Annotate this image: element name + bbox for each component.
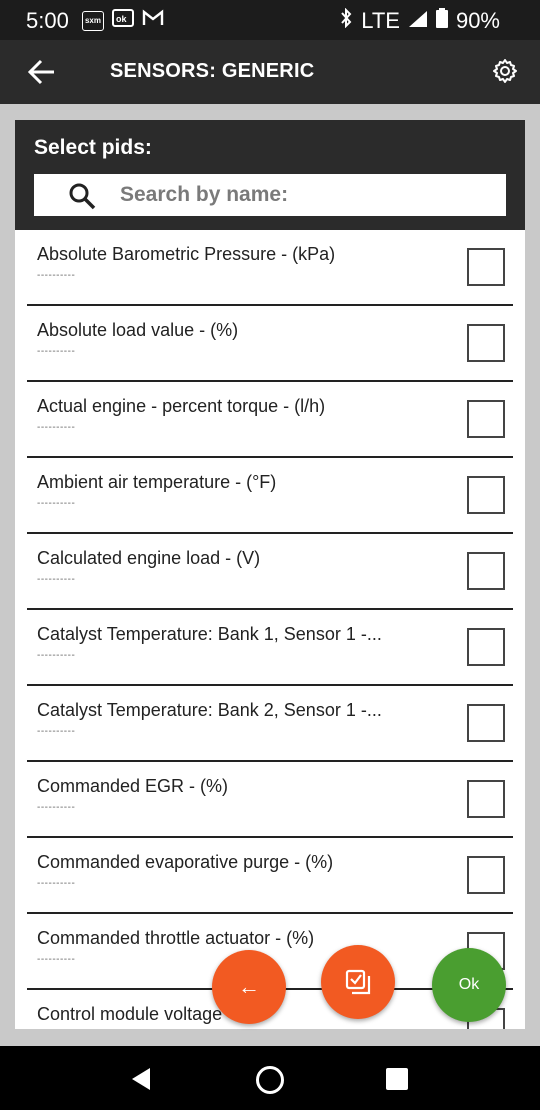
select-all-button[interactable] xyxy=(321,945,395,1019)
status-bar: 5:00 sxm ok LTE 90% xyxy=(0,0,540,40)
list-item[interactable]: Catalyst Temperature: Bank 2, Sensor 1 -… xyxy=(27,686,513,762)
pid-checkbox[interactable] xyxy=(467,400,505,438)
sxm-icon: sxm xyxy=(82,10,104,31)
search-box[interactable] xyxy=(34,174,506,216)
arrow-left-icon xyxy=(27,59,54,85)
pid-value: ---------- xyxy=(37,498,76,509)
system-nav-bar xyxy=(0,1046,540,1110)
pid-value: ---------- xyxy=(37,422,76,433)
pid-value: ---------- xyxy=(37,878,76,889)
pid-list: Absolute Barometric Pressure - (kPa) ---… xyxy=(15,230,525,1029)
nav-back-icon[interactable] xyxy=(128,1066,154,1092)
list-item[interactable]: Commanded EGR - (%) ---------- xyxy=(27,762,513,838)
list-item[interactable]: Commanded evaporative purge - (%) ------… xyxy=(27,838,513,914)
list-item[interactable]: Actual engine - percent torque - (l/h) -… xyxy=(27,382,513,458)
search-icon xyxy=(69,183,96,210)
pid-value: ---------- xyxy=(37,954,76,965)
pid-checkbox[interactable] xyxy=(467,552,505,590)
pid-label: Absolute load value - (%) xyxy=(37,320,239,340)
battery-icon xyxy=(435,8,448,34)
list-item[interactable]: Absolute load value - (%) ---------- xyxy=(27,306,513,382)
pid-label: Actual engine - percent torque - (l/h) xyxy=(37,396,326,416)
list-item[interactable]: Calculated engine load - (V) ---------- xyxy=(27,534,513,610)
pid-value: ---------- xyxy=(37,346,76,357)
back-button[interactable] xyxy=(26,57,58,87)
pid-checkbox[interactable] xyxy=(467,476,505,514)
pid-value: ---------- xyxy=(37,726,76,737)
battery-percent: 90% xyxy=(455,8,500,33)
pid-label: Commanded evaporative purge - (%) xyxy=(37,852,334,872)
status-time: 5:00 xyxy=(26,8,69,33)
app-bar: SENSORS: GENERIC xyxy=(0,40,540,104)
nav-recents-icon[interactable] xyxy=(386,1068,408,1090)
pid-label: Commanded throttle actuator - (%) xyxy=(37,928,315,948)
ok-label: Ok xyxy=(458,976,480,993)
notification-icons: sxm ok xyxy=(82,9,164,32)
svg-text:ok: ok xyxy=(116,14,127,24)
pid-label: Catalyst Temperature: Bank 2, Sensor 1 -… xyxy=(37,700,382,720)
pid-checkbox[interactable] xyxy=(467,248,505,286)
pid-checkbox[interactable] xyxy=(467,324,505,362)
pid-label: Absolute Barometric Pressure - (kPa) xyxy=(37,244,336,264)
select-pids-dialog: Select pids: Absolute Barometric Pressur… xyxy=(15,120,525,1029)
gmail-icon xyxy=(142,9,164,32)
signal-icon xyxy=(408,8,428,34)
page-title: SENSORS: GENERIC xyxy=(110,60,315,82)
ok-icon: ok xyxy=(112,9,134,32)
status-right: LTE 90% xyxy=(339,7,500,34)
list-item[interactable]: Ambient air temperature - (°F) ---------… xyxy=(27,458,513,534)
ok-button[interactable]: Ok xyxy=(432,948,506,1022)
dialog-header: Select pids: xyxy=(15,120,525,230)
nav-home-icon[interactable] xyxy=(256,1066,284,1094)
pid-label: Commanded EGR - (%) xyxy=(37,776,229,796)
pid-label: Calculated engine load - (V) xyxy=(37,548,261,568)
select-all-icon xyxy=(345,969,371,995)
dialog-title: Select pids: xyxy=(34,136,152,159)
list-item[interactable]: Absolute Barometric Pressure - (kPa) ---… xyxy=(27,230,513,306)
pid-label: Catalyst Temperature: Bank 1, Sensor 1 -… xyxy=(37,624,382,644)
settings-button[interactable] xyxy=(492,58,518,84)
pid-value: ---------- xyxy=(37,270,76,281)
back-arrow-label: ← xyxy=(238,974,260,999)
pid-checkbox[interactable] xyxy=(467,856,505,894)
bluetooth-icon xyxy=(339,7,353,34)
fab-back-button[interactable]: ← xyxy=(212,950,286,1024)
pid-label: Ambient air temperature - (°F) xyxy=(37,472,277,492)
network-type: LTE xyxy=(361,8,400,33)
pid-checkbox[interactable] xyxy=(467,704,505,742)
list-item[interactable]: Catalyst Temperature: Bank 1, Sensor 1 -… xyxy=(27,610,513,686)
search-input[interactable] xyxy=(120,178,490,212)
pid-checkbox[interactable] xyxy=(467,780,505,818)
pid-value: ---------- xyxy=(37,802,76,813)
pid-checkbox[interactable] xyxy=(467,628,505,666)
pid-value: ---------- xyxy=(37,574,76,585)
gear-icon xyxy=(493,59,517,83)
pid-value: ---------- xyxy=(37,650,76,661)
